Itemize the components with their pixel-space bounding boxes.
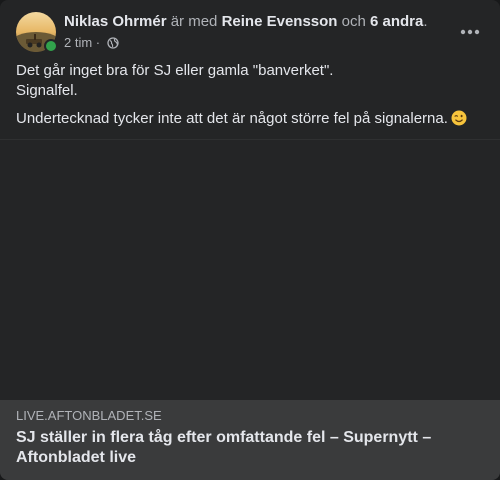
- separator-dot: ·: [92, 35, 104, 50]
- link-title[interactable]: SJ ställer in flera tåg efter omfattande…: [16, 428, 484, 468]
- post-body: Det går inget bra för SJ eller gamla "ba…: [16, 61, 484, 129]
- post-subline: 2 tim ·: [64, 35, 444, 51]
- winking-face-icon: [451, 110, 467, 126]
- globe-icon[interactable]: [107, 37, 119, 49]
- and-text: och: [337, 13, 370, 30]
- link-preview[interactable]: LIVE.AFTONBLADET.SE SJ ställer in flera …: [0, 400, 500, 480]
- post-line-2: Signalfel.: [16, 82, 78, 99]
- link-image-area[interactable]: [0, 140, 500, 400]
- author-name[interactable]: Niklas Ohrmér: [64, 13, 167, 30]
- period: .: [423, 13, 428, 30]
- online-status-dot: [44, 39, 58, 53]
- with-text: är med: [166, 13, 222, 30]
- link-domain: LIVE.AFTONBLADET.SE: [16, 408, 162, 423]
- more-horizontal-icon: [460, 29, 480, 35]
- tagged-person[interactable]: Reine Evensson: [222, 13, 338, 30]
- post-meta: Niklas Ohrmér är med Reine Evensson och …: [64, 12, 444, 51]
- post-line-3-wrap: Undertecknad tycker inte att det är någo…: [16, 109, 484, 129]
- post-header: Niklas Ohrmér är med Reine Evensson och …: [16, 12, 484, 54]
- post-timestamp[interactable]: 2 tim: [64, 35, 92, 51]
- author-avatar[interactable]: [16, 12, 58, 53]
- post-card: Niklas Ohrmér är med Reine Evensson och …: [0, 0, 500, 480]
- post-title-line: Niklas Ohrmér är med Reine Evensson och …: [64, 12, 444, 32]
- others-link[interactable]: 6 andra: [370, 13, 423, 30]
- post-line-1: Det går inget bra för SJ eller gamla "ba…: [16, 62, 334, 79]
- post-options-button[interactable]: [452, 14, 488, 50]
- post-line-3: Undertecknad tycker inte att det är någo…: [16, 110, 448, 127]
